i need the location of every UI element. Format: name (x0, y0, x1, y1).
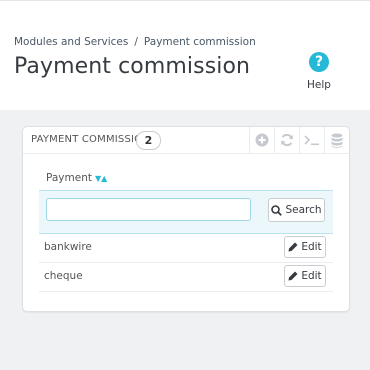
sql-query-icon (304, 135, 319, 146)
help-label: Help (307, 79, 331, 91)
edit-label: Edit (301, 241, 322, 253)
edit-label: Edit (301, 270, 322, 282)
export-button[interactable] (324, 127, 349, 153)
column-header-label: Payment (46, 172, 92, 184)
payment-filter-input[interactable] (46, 198, 251, 221)
sort-asc-icon[interactable]: ▲ (101, 174, 107, 183)
count-badge: 2 (136, 131, 161, 150)
export-database-icon (331, 133, 343, 148)
payment-name: bankwire (44, 241, 92, 253)
refresh-button[interactable] (274, 127, 299, 153)
search-button[interactable]: Search (268, 198, 325, 222)
panel-toolbar (249, 127, 349, 153)
page-title: Payment commission (14, 54, 251, 79)
add-new-icon (255, 133, 269, 147)
table-row: cheque Edit (39, 262, 333, 292)
pencil-icon (288, 242, 298, 252)
search-icon (271, 204, 283, 216)
page-header: Modules and Services / Payment commission … (0, 0, 370, 110)
panel-title: PAYMENT COMMISSION (31, 134, 150, 145)
refresh-icon (281, 133, 293, 147)
breadcrumb: Modules and Services / Payment commission (14, 36, 256, 48)
edit-button[interactable]: Edit (284, 265, 326, 287)
breadcrumb-current: Payment commission (143, 36, 256, 48)
filter-row: Search (39, 191, 333, 234)
add-new-button[interactable] (249, 127, 274, 153)
help-button[interactable]: ? Help (300, 50, 338, 98)
pencil-icon (288, 271, 298, 281)
table-row: bankwire Edit (39, 233, 333, 263)
sql-query-button[interactable] (299, 127, 324, 153)
payment-name: cheque (44, 270, 83, 282)
payment-commission-panel: PAYMENT COMMISSION 2 Payment ▼▲ Search b… (22, 126, 350, 312)
column-header-payment[interactable]: Payment ▼▲ (46, 172, 107, 184)
breadcrumb-parent[interactable]: Modules and Services (14, 36, 128, 48)
panel-heading: PAYMENT COMMISSION 2 (23, 127, 349, 154)
breadcrumb-separator: / (134, 36, 138, 48)
search-button-label: Search (285, 204, 322, 216)
question-circle-icon: ? (309, 52, 329, 72)
edit-button[interactable]: Edit (284, 236, 326, 258)
